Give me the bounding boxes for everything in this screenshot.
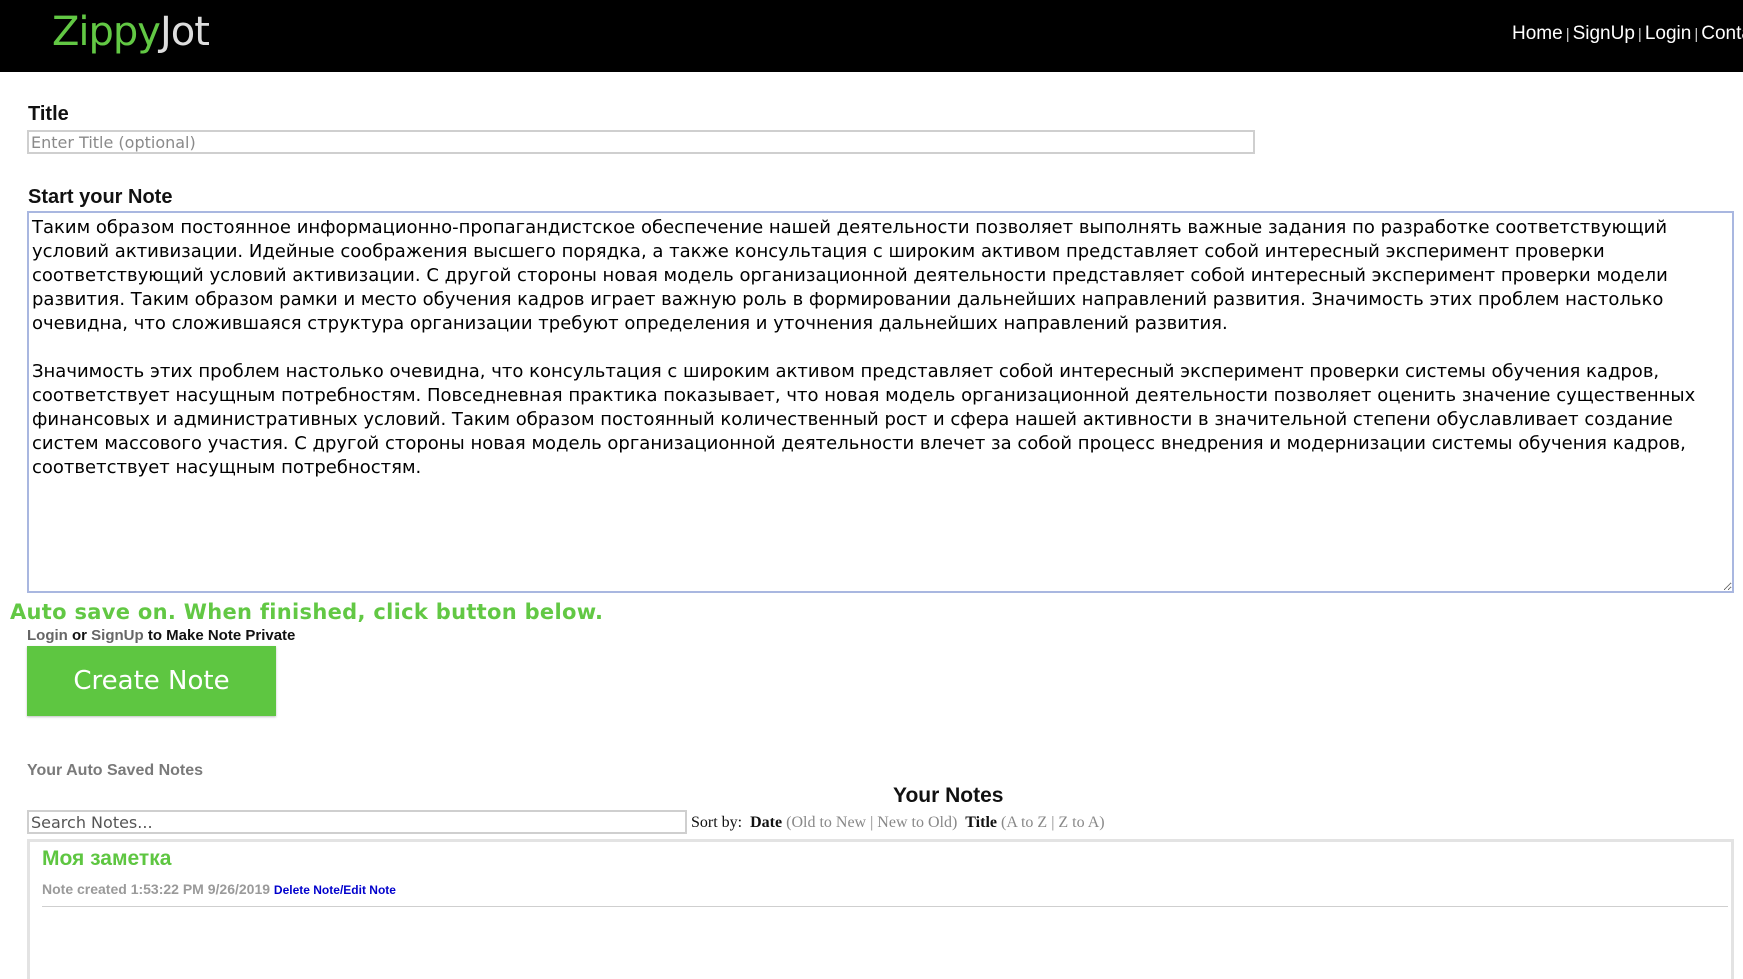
title-input[interactable]	[27, 130, 1255, 154]
make-private-line: Login or SignUp to Make Note Private	[27, 627, 295, 644]
nav-contact-link[interactable]: Contact	[1701, 23, 1743, 44]
note-item-meta: Note created 1:53:22 PM 9/26/2019 Delete…	[42, 881, 396, 897]
note-textarea[interactable]: Таким образом постоянное информационно-п…	[27, 211, 1734, 593]
sort-title-label: Title	[965, 814, 997, 831]
note-item-title[interactable]: Моя заметка	[42, 847, 171, 871]
sort-date-label: Date	[750, 814, 783, 831]
private-signup-link[interactable]: SignUp	[91, 627, 144, 644]
private-login-link[interactable]: Login	[27, 627, 68, 644]
note-divider	[42, 906, 1728, 907]
sort-title-z-a[interactable]: Z to A	[1058, 814, 1099, 831]
nav-login-link[interactable]: Login	[1645, 23, 1692, 44]
notes-list-panel	[27, 839, 1734, 979]
sort-prefix: Sort by:	[691, 814, 747, 831]
logo-zippy-text: Zippy	[52, 9, 161, 55]
note-created-text: Note created 1:53:22 PM 9/26/2019	[42, 881, 271, 897]
nav-separator: |	[1637, 26, 1642, 43]
logo-jot-text: Jot	[159, 9, 210, 55]
note-label: Start your Note	[28, 186, 173, 208]
top-nav: Home|SignUp|Login|Contact	[1512, 23, 1743, 45]
your-notes-heading: Your Notes	[893, 784, 1004, 807]
sort-date-old-new[interactable]: Old to New	[791, 814, 866, 831]
private-suffix-text: to Make Note Private	[143, 627, 296, 644]
sort-date-new-old[interactable]: New to Old	[877, 814, 952, 831]
title-label: Title	[28, 103, 69, 125]
nav-home-link[interactable]: Home	[1512, 23, 1563, 44]
private-or-text: or	[67, 627, 92, 644]
auto-saved-notes-heading: Your Auto Saved Notes	[27, 762, 204, 779]
sort-controls: Sort by: Date (Old to New | New to Old) …	[691, 814, 1105, 831]
create-note-button[interactable]: Create Note	[27, 646, 276, 716]
edit-note-link[interactable]: Edit Note	[343, 883, 396, 897]
nav-separator: |	[1565, 26, 1570, 43]
top-header-bar: ZippyJot Home|SignUp|Login|Contact	[0, 0, 1743, 72]
autosave-message: Auto save on. When finished, click butto…	[10, 600, 604, 624]
sort-title-a-z[interactable]: A to Z	[1006, 814, 1047, 831]
nav-separator: |	[1694, 26, 1699, 43]
zippyjot-logo[interactable]: ZippyJot	[52, 6, 210, 58]
search-notes-input[interactable]	[27, 810, 687, 834]
nav-signup-link[interactable]: SignUp	[1573, 23, 1635, 44]
delete-note-link[interactable]: Delete Note	[274, 883, 340, 897]
